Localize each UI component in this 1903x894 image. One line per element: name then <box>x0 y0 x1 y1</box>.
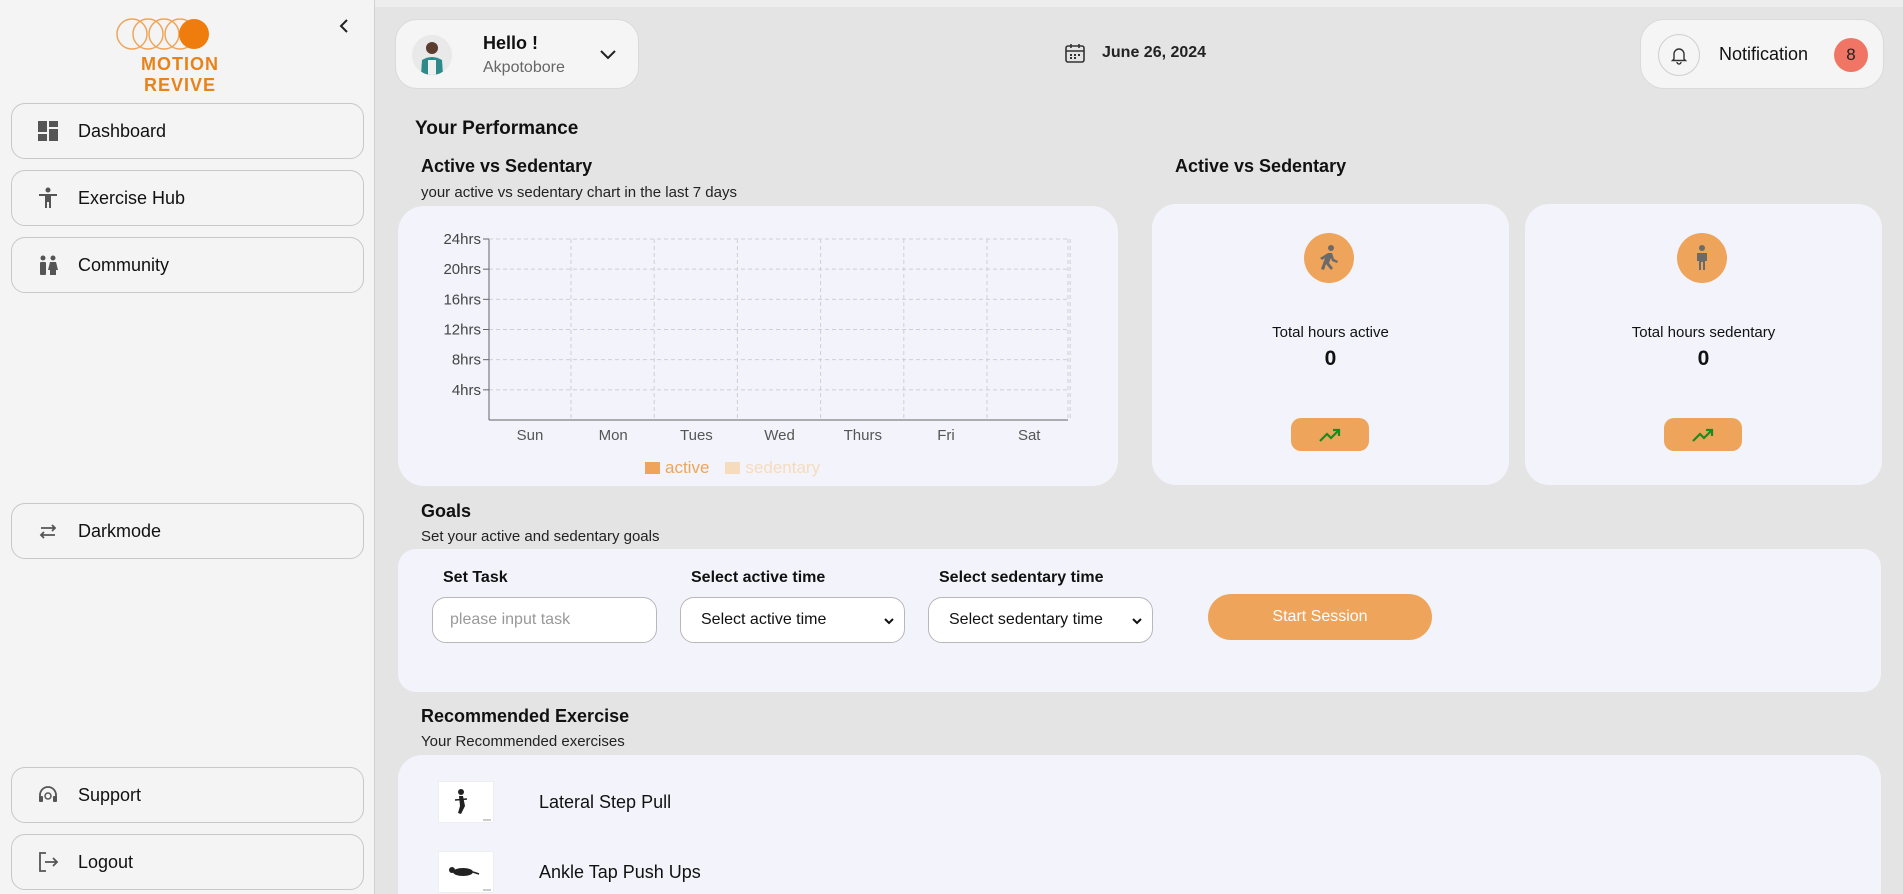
notification-count-badge: 8 <box>1834 38 1868 72</box>
x-tick-label: Sat <box>1018 427 1041 444</box>
active-time-label: Select active time <box>691 569 826 586</box>
dashboard-icon <box>36 119 60 143</box>
sedentary-time-label: Select sedentary time <box>939 569 1104 586</box>
sidebar-item-label: Exercise Hub <box>78 187 186 208</box>
recommended-panel: Lateral Step Pull Ankle Tap Push Ups <box>398 755 1881 894</box>
active-hours-value: 0 <box>1324 347 1337 370</box>
task-label: Set Task <box>443 569 508 586</box>
legend-swatch <box>645 462 660 474</box>
logout-icon <box>36 850 60 874</box>
greeting: Hello ! <box>483 33 539 53</box>
headset-icon <box>36 783 60 807</box>
sidebar-item-label: Community <box>78 254 170 275</box>
sidebar-item-community[interactable]: Community <box>11 237 364 293</box>
activity-chart-panel: 4hrs 8hrs 12hrs 16hrs 20hrs 24hrs Sun Mon Tues We… <box>398 206 1118 486</box>
chevron-left-icon <box>339 19 348 33</box>
sedentary-time-select[interactable]: Select sedentary time <box>928 597 1153 643</box>
sedentary-hours-card: Total hours sedentary 0 <box>1525 204 1882 485</box>
sidebar: MOTION REVIVE Dashboard Exercise Hub Com… <box>0 0 375 894</box>
activity-chart: 4hrs 8hrs 12hrs 16hrs 20hrs 24hrs Sun Mon Tues We… <box>443 231 1071 444</box>
recommended-subtitle: Your Recommended exercises <box>421 733 625 750</box>
calendar-icon <box>1063 41 1087 65</box>
list-item[interactable]: Ankle Tap Push Ups <box>438 851 701 893</box>
support-label: Support <box>78 784 142 805</box>
standing-person-icon <box>1677 233 1727 283</box>
goals-subtitle: Set your active and sedentary goals <box>421 528 660 545</box>
y-tick-label: 24hrs <box>443 231 481 248</box>
y-tick-label: 20hrs <box>443 261 481 278</box>
sidebar-item-exercise-hub[interactable]: Exercise Hub <box>11 170 364 226</box>
x-tick-label: Tues <box>680 427 713 444</box>
y-tick-label: 16hrs <box>443 291 481 308</box>
sedentary-hours-value: 0 <box>1697 347 1710 370</box>
trending-up-icon <box>1692 428 1714 442</box>
support-button[interactable]: Support <box>11 767 364 823</box>
stats-title: Active vs Sedentary <box>1175 156 1347 176</box>
logout-button[interactable]: Logout <box>11 834 364 890</box>
user-profile-card[interactable]: Hello ! Akpotobore <box>395 19 639 89</box>
chevron-down-icon <box>1132 618 1142 625</box>
notification-label: Notification <box>1719 44 1809 64</box>
legend-item-sedentary[interactable]: sedentary <box>725 458 820 478</box>
darkmode-label: Darkmode <box>78 520 162 541</box>
legend-swatch <box>725 462 741 474</box>
x-tick-label: Fri <box>937 427 955 444</box>
darkmode-toggle[interactable]: Darkmode <box>11 503 364 559</box>
swap-arrows-icon <box>36 519 60 543</box>
active-hours-card: Total hours active 0 <box>1152 204 1509 485</box>
sidebar-item-dashboard[interactable]: Dashboard <box>11 103 364 159</box>
chart-subtitle: your active vs sedentary chart in the la… <box>421 184 737 201</box>
active-time-select-value: Select active time <box>701 611 827 628</box>
sedentary-time-select-value: Select sedentary time <box>949 611 1103 628</box>
y-tick-label: 12hrs <box>443 322 481 339</box>
exercise-name: Ankle Tap Push Ups <box>539 861 701 882</box>
trending-up-icon <box>1319 428 1341 442</box>
x-tick-label: Sun <box>517 427 544 444</box>
goals-title: Goals <box>421 501 472 521</box>
y-tick-label: 8hrs <box>452 352 481 369</box>
goals-panel: Set Task Select active time Select activ… <box>398 549 1881 692</box>
start-session-button[interactable]: Start Session <box>1208 594 1432 640</box>
date-text: June 26, 2024 <box>1102 44 1207 61</box>
y-tick-label: 4hrs <box>452 382 481 399</box>
brand-name: MOTION REVIVE <box>141 54 219 95</box>
active-time-select[interactable]: Select active time <box>680 597 905 643</box>
avatar <box>412 35 452 75</box>
task-input[interactable] <box>432 597 657 643</box>
recommended-title: Recommended Exercise <box>421 706 630 726</box>
exercise-thumbnail <box>438 781 494 823</box>
sedentary-hours-label: Total hours sedentary <box>1631 324 1776 341</box>
walking-person-icon <box>1304 233 1354 283</box>
x-tick-label: Wed <box>764 427 795 444</box>
bell-icon <box>1658 34 1700 76</box>
notification-button[interactable]: Notification 8 <box>1640 19 1884 89</box>
chevron-down-icon[interactable] <box>597 43 619 65</box>
legend-label: sedentary <box>745 458 821 477</box>
sedentary-trend-button[interactable] <box>1664 418 1742 451</box>
performance-heading: Your Performance <box>415 118 579 139</box>
legend-item-active[interactable]: active <box>645 458 709 478</box>
person-icon <box>36 186 60 210</box>
people-icon <box>36 253 60 277</box>
chart-legend: active sedentary <box>645 458 836 478</box>
logout-label: Logout <box>78 851 134 872</box>
collapse-sidebar-button[interactable] <box>333 14 357 38</box>
brand-logo[interactable]: MOTION REVIVE <box>110 16 250 95</box>
exercise-thumbnail <box>438 851 494 893</box>
current-date: June 26, 2024 <box>1063 41 1206 65</box>
logo-circles-icon <box>116 18 209 50</box>
active-trend-button[interactable] <box>1291 418 1369 451</box>
username: Akpotobore <box>483 59 565 76</box>
active-hours-label: Total hours active <box>1272 324 1389 341</box>
chevron-down-icon <box>884 618 894 625</box>
list-item[interactable]: Lateral Step Pull <box>438 781 671 823</box>
x-tick-label: Mon <box>599 427 628 444</box>
x-tick-label: Thurs <box>844 427 882 444</box>
exercise-name: Lateral Step Pull <box>539 791 672 812</box>
sidebar-item-label: Dashboard <box>78 120 167 141</box>
chart-title: Active vs Sedentary <box>421 156 593 176</box>
legend-label: active <box>665 458 710 477</box>
